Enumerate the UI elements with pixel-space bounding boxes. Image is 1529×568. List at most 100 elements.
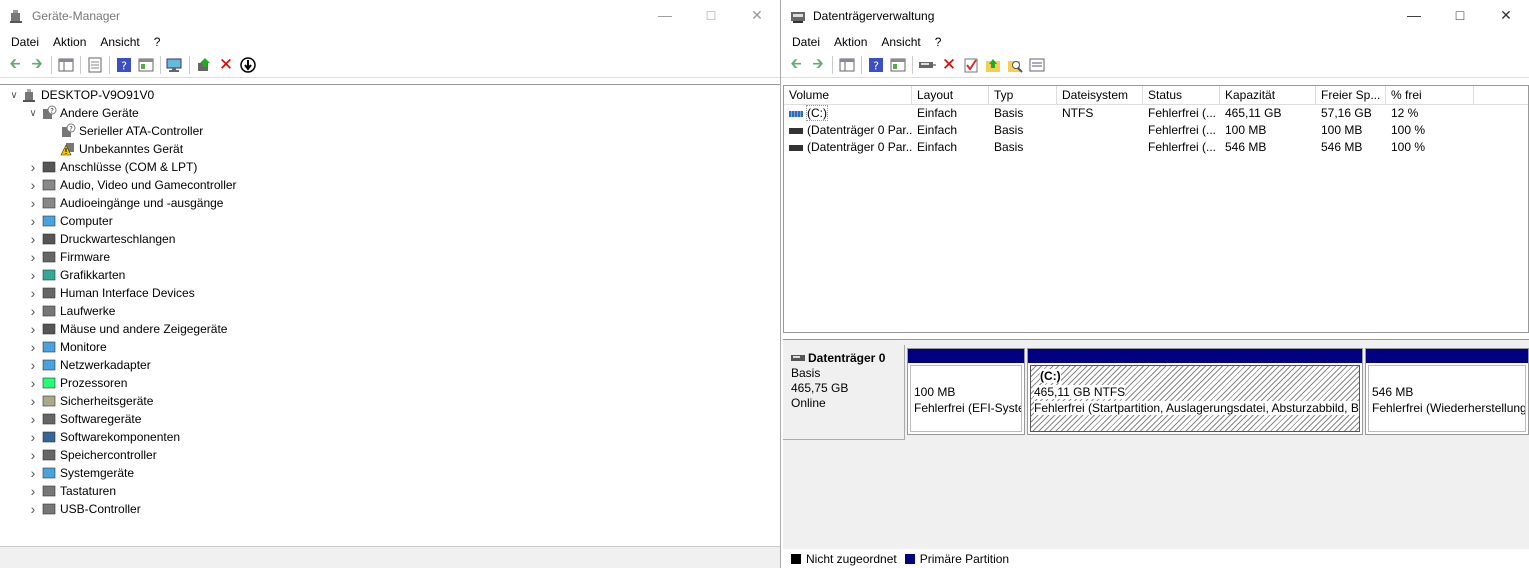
tree-item-category[interactable]: › Laufwerke: [0, 302, 780, 320]
chevron-right-icon[interactable]: ›: [25, 501, 41, 517]
chevron-right-icon[interactable]: ›: [25, 249, 41, 265]
view-icon[interactable]: [135, 54, 157, 76]
column-header[interactable]: Dateisystem: [1057, 86, 1143, 104]
disk-info[interactable]: Datenträger 0 Basis 465,75 GB Online: [783, 345, 905, 440]
tree-item-category[interactable]: › Audio, Video und Gamecontroller: [0, 176, 780, 194]
disable-device-icon[interactable]: [237, 54, 259, 76]
tree-item-category[interactable]: › Netzwerkadapter: [0, 356, 780, 374]
tree-item-category[interactable]: › Tastaturen: [0, 482, 780, 500]
cell-text: 546 MB: [1225, 140, 1267, 154]
tree-item-category[interactable]: › Softwaregeräte: [0, 410, 780, 428]
tree-item-sata-controller[interactable]: ? Serieller ATA-Controller: [0, 122, 780, 140]
menu-datei[interactable]: Datei: [785, 35, 827, 49]
column-header[interactable]: % frei: [1386, 86, 1474, 104]
tree-item-category[interactable]: › Softwarekomponenten: [0, 428, 780, 446]
chevron-right-icon[interactable]: ›: [25, 285, 41, 301]
delete-icon[interactable]: ✕: [938, 54, 960, 76]
tree-item-label: Audio, Video und Gamecontroller: [60, 178, 237, 192]
minimize-button[interactable]: —: [1391, 0, 1437, 30]
tree-item-unknown-device[interactable]: Unbekanntes Gerät: [0, 140, 780, 158]
console-tree-icon[interactable]: [836, 54, 858, 76]
tree-root[interactable]: ∨ DESKTOP-V9O91V0: [0, 86, 780, 104]
uninstall-icon[interactable]: ✕: [215, 54, 237, 76]
update-driver-icon[interactable]: [193, 54, 215, 76]
chevron-right-icon[interactable]: ›: [25, 177, 41, 193]
chevron-right-icon[interactable]: ›: [25, 375, 41, 391]
close-button[interactable]: ✕: [1483, 0, 1529, 30]
forward-icon[interactable]: 🡲: [26, 54, 48, 76]
menu-datei[interactable]: Datei: [4, 35, 46, 49]
chevron-right-icon[interactable]: ›: [25, 465, 41, 481]
tree-item-category[interactable]: › Monitore: [0, 338, 780, 356]
chevron-right-icon[interactable]: ›: [25, 357, 41, 373]
close-button[interactable]: ✕: [734, 0, 780, 30]
chevron-right-icon[interactable]: ›: [25, 195, 41, 211]
back-icon[interactable]: 🡰: [4, 54, 26, 76]
help-icon[interactable]: ?: [865, 54, 887, 76]
minimize-button[interactable]: —: [642, 0, 688, 30]
tree-item-category[interactable]: › Firmware: [0, 248, 780, 266]
chevron-right-icon[interactable]: ›: [25, 339, 41, 355]
tree-item-category[interactable]: › Speichercontroller: [0, 446, 780, 464]
chevron-right-icon[interactable]: ›: [25, 393, 41, 409]
column-header[interactable]: Layout: [912, 86, 989, 104]
tree-item-category[interactable]: › Mäuse und andere Zeigegeräte: [0, 320, 780, 338]
menu-help[interactable]: ?: [147, 35, 168, 49]
chevron-right-icon[interactable]: ›: [25, 267, 41, 283]
tree-item-label: Firmware: [60, 250, 110, 264]
connect-drive-icon[interactable]: [916, 54, 938, 76]
scan-hardware-icon[interactable]: [164, 54, 186, 76]
view-icon[interactable]: [887, 54, 909, 76]
tree-item-category[interactable]: › Grafikkarten: [0, 266, 780, 284]
tree-item-category[interactable]: › Human Interface Devices: [0, 284, 780, 302]
tree-item-category[interactable]: › Systemgeräte: [0, 464, 780, 482]
tree-item-category[interactable]: › Druckwarteschlangen: [0, 230, 780, 248]
maximize-button[interactable]: □: [688, 0, 734, 30]
chevron-right-icon[interactable]: ›: [25, 447, 41, 463]
maximize-button[interactable]: □: [1437, 0, 1483, 30]
chevron-down-icon[interactable]: ∨: [25, 108, 41, 119]
tree-item-category[interactable]: › Prozessoren: [0, 374, 780, 392]
menu-aktion[interactable]: Aktion: [46, 35, 93, 49]
column-header[interactable]: Kapazität: [1220, 86, 1316, 104]
partition-c[interactable]: (C:) 465,11 GB NTFS Fehlerfrei (Startpar…: [1027, 348, 1363, 435]
help-icon[interactable]: ?: [113, 54, 135, 76]
back-icon[interactable]: 🡰: [785, 54, 807, 76]
column-header[interactable]: Freier Sp...: [1316, 86, 1386, 104]
tree-item-category[interactable]: › USB-Controller: [0, 500, 780, 518]
chevron-down-icon[interactable]: ∨: [6, 90, 22, 101]
chevron-right-icon[interactable]: ›: [25, 231, 41, 247]
forward-icon[interactable]: 🡲: [807, 54, 829, 76]
tree-item-category[interactable]: › Computer: [0, 212, 780, 230]
folder-up-icon[interactable]: [982, 54, 1004, 76]
chevron-right-icon[interactable]: ›: [25, 321, 41, 337]
column-header[interactable]: Status: [1143, 86, 1220, 104]
console-tree-icon[interactable]: [55, 54, 77, 76]
chevron-right-icon[interactable]: ›: [25, 429, 41, 445]
partition-recovery[interactable]: 546 MB Fehlerfrei (Wiederherstellungspar…: [1365, 348, 1529, 435]
tree-item-category[interactable]: › Sicherheitsgeräte: [0, 392, 780, 410]
checklist-icon[interactable]: [960, 54, 982, 76]
menu-ansicht[interactable]: Ansicht: [93, 35, 146, 49]
menu-aktion[interactable]: Aktion: [827, 35, 874, 49]
chevron-right-icon[interactable]: ›: [25, 159, 41, 175]
menu-help[interactable]: ?: [928, 35, 949, 49]
tree-item-category[interactable]: › Audioeingänge und -ausgänge: [0, 194, 780, 212]
partition-efi[interactable]: 100 MB Fehlerfrei (EFI-Systempartition): [907, 348, 1025, 435]
search-folder-icon[interactable]: [1004, 54, 1026, 76]
tree-item-category[interactable]: › Anschlüsse (COM & LPT): [0, 158, 780, 176]
properties-icon[interactable]: [1026, 54, 1048, 76]
table-row[interactable]: (Datenträger 0 Par... Einfach Basis Fehlerf…: [784, 122, 1528, 139]
tree-item-other-devices[interactable]: ∨ ? Andere Geräte: [0, 104, 780, 122]
column-header[interactable]: Typ: [989, 86, 1057, 104]
chevron-right-icon[interactable]: ›: [25, 483, 41, 499]
menu-ansicht[interactable]: Ansicht: [874, 35, 927, 49]
column-header[interactable]: Volume: [784, 86, 912, 104]
table-row[interactable]: (C:) Einfach Basis NTFS Fehlerfrei (... 465,1…: [784, 105, 1528, 122]
properties-icon[interactable]: [84, 54, 106, 76]
table-row[interactable]: (Datenträger 0 Par... Einfach Basis Fehlerf…: [784, 139, 1528, 156]
chevron-right-icon[interactable]: ›: [25, 213, 41, 229]
chevron-right-icon[interactable]: ›: [25, 303, 41, 319]
chevron-right-icon[interactable]: ›: [25, 411, 41, 427]
cell-text: 100 MB: [1321, 123, 1363, 137]
